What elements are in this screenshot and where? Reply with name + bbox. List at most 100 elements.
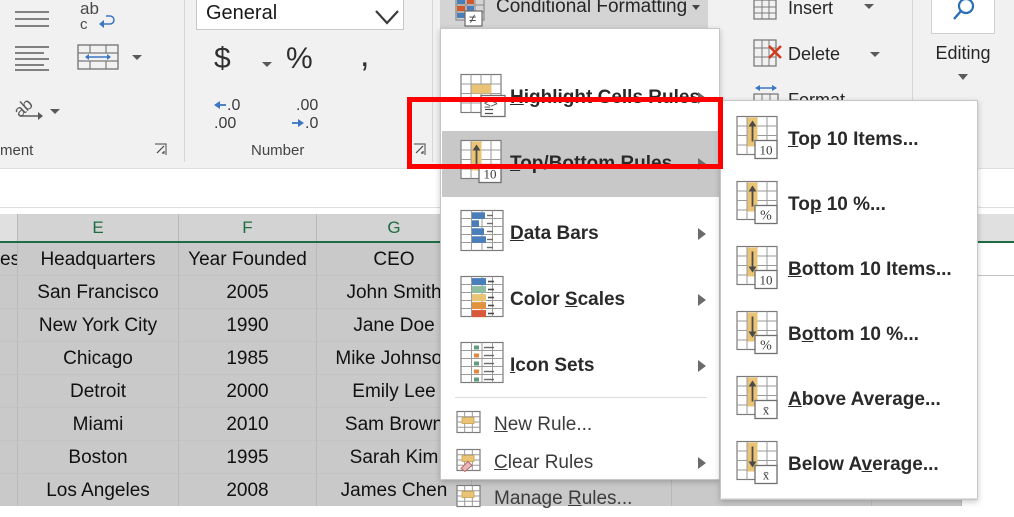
svg-text:%: % bbox=[760, 338, 772, 353]
conditional-formatting-menu[interactable]: ≤> Highlight Cells Rules 10 Top/Bottom Rule… bbox=[440, 28, 720, 509]
cell-D1[interactable]: es bbox=[0, 243, 18, 276]
column-header-D[interactable] bbox=[0, 214, 18, 241]
merge-center-caret-icon[interactable] bbox=[132, 55, 142, 60]
top-10-percent-icon: % bbox=[736, 180, 782, 229]
number-format-value: General bbox=[206, 2, 278, 24]
orientation-caret-icon[interactable] bbox=[50, 109, 60, 114]
number-group-label: Number bbox=[251, 142, 305, 159]
insert-cells-icon[interactable] bbox=[751, 0, 785, 22]
find-select-icon bbox=[949, 0, 979, 25]
cell-D3[interactable] bbox=[0, 309, 18, 342]
color-scales-icon bbox=[460, 275, 506, 325]
cell-E1[interactable]: Headquarters bbox=[18, 243, 179, 276]
submenu-item-label: Bottom 10 Items... bbox=[788, 258, 952, 280]
comma-format-button[interactable]: , bbox=[360, 36, 369, 75]
conditional-formatting-icon: ≠ bbox=[454, 0, 488, 28]
submenu-bottom-divider bbox=[722, 498, 978, 499]
delete-caret-icon[interactable] bbox=[870, 52, 880, 57]
conditional-formatting-label: Conditional Formatting bbox=[496, 0, 688, 17]
menu-command-clear-rules[interactable]: Clear Rules bbox=[442, 445, 720, 481]
below-average-icon: x̄ bbox=[736, 440, 782, 489]
menu-item-data-bars[interactable]: Data Bars bbox=[442, 201, 720, 267]
cell-E7[interactable]: Boston bbox=[18, 441, 179, 474]
delete-cells-label[interactable]: Delete bbox=[788, 44, 840, 65]
cell-F3[interactable]: 1990 bbox=[179, 309, 317, 342]
svg-text:10: 10 bbox=[760, 142, 773, 157]
editing-caret-icon[interactable] bbox=[958, 74, 968, 80]
cell-E3[interactable]: New York City bbox=[18, 309, 179, 342]
align-left-icon[interactable] bbox=[14, 8, 50, 30]
menu-item-icon-sets[interactable]: Icon Sets bbox=[442, 333, 720, 399]
currency-format-button[interactable]: $ bbox=[214, 42, 231, 76]
submenu-item-label: Top 10 %... bbox=[788, 193, 886, 215]
submenu-arrow-icon bbox=[698, 294, 706, 306]
icon-sets-icon bbox=[460, 341, 506, 391]
cell-F6[interactable]: 2010 bbox=[179, 408, 317, 441]
above-average-icon: x̄ bbox=[736, 375, 782, 424]
svg-text:.0: .0 bbox=[227, 97, 240, 114]
conditional-formatting-caret-icon[interactable] bbox=[692, 5, 700, 10]
menu-command-new-rule[interactable]: New Rule... bbox=[442, 407, 720, 443]
currency-caret-icon[interactable] bbox=[262, 62, 272, 67]
cell-F7[interactable]: 1995 bbox=[179, 441, 317, 474]
cell-F5[interactable]: 2000 bbox=[179, 375, 317, 408]
submenu-item-above-average[interactable]: x̄ Above Average... bbox=[722, 367, 978, 432]
increase-decimal-icon[interactable]: .0 .00 bbox=[206, 94, 260, 134]
wrap-text-icon[interactable]: ab c bbox=[76, 0, 122, 32]
menu-command-label: Clear Rules bbox=[494, 452, 594, 473]
cell-D7[interactable] bbox=[0, 441, 18, 474]
percent-format-button[interactable]: % bbox=[286, 42, 313, 76]
column-header-F[interactable]: F bbox=[179, 214, 317, 241]
alignment-dialog-launcher[interactable] bbox=[154, 143, 167, 156]
cell-E5[interactable]: Detroit bbox=[18, 375, 179, 408]
merge-center-icon[interactable] bbox=[76, 42, 120, 72]
orientation-icon[interactable]: ab bbox=[14, 92, 48, 120]
submenu-item-label: Top 10 Items... bbox=[788, 128, 919, 150]
bottom-10-items-icon: 10 bbox=[736, 245, 782, 294]
cell-F4[interactable]: 1985 bbox=[179, 342, 317, 375]
bottom-10-percent-icon: % bbox=[736, 310, 782, 359]
cell-D2[interactable] bbox=[0, 276, 18, 309]
insert-cells-label[interactable]: Insert bbox=[788, 0, 833, 19]
menu-command-label: New Rule... bbox=[494, 414, 593, 435]
cell-D6[interactable] bbox=[0, 408, 18, 441]
submenu-item-label: Bottom 10 %... bbox=[788, 323, 919, 345]
menu-command-label: Manage Rules... bbox=[494, 488, 633, 509]
submenu-item-bottom-10-items[interactable]: 10 Bottom 10 Items... bbox=[722, 237, 978, 302]
submenu-item-top-10-items[interactable]: 10 Top 10 Items... bbox=[722, 107, 978, 172]
cell-E2[interactable]: San Francisco bbox=[18, 276, 179, 309]
svg-text:.0: .0 bbox=[305, 115, 318, 132]
submenu-item-top-10[interactable]: % Top 10 %... bbox=[722, 172, 978, 237]
cell-E6[interactable]: Miami bbox=[18, 408, 179, 441]
top-bottom-rules-submenu[interactable]: 10 Top 10 Items...% Top 10 %... 10 Bottom 10… bbox=[720, 100, 978, 500]
menu-item-color-scales[interactable]: Color Scales bbox=[442, 267, 720, 333]
submenu-arrow-icon bbox=[698, 228, 706, 240]
submenu-item-label: Below Average... bbox=[788, 453, 939, 475]
cell-F8[interactable]: 2008 bbox=[179, 474, 317, 506]
submenu-item-below-average[interactable]: x̄ Below Average... bbox=[722, 432, 978, 497]
cell-F2[interactable]: 2005 bbox=[179, 276, 317, 309]
svg-text:x̄: x̄ bbox=[763, 467, 770, 482]
cell-F1[interactable]: Year Founded bbox=[179, 243, 317, 276]
align-justify-icon[interactable] bbox=[14, 44, 50, 72]
column-header-E[interactable]: E bbox=[18, 214, 179, 241]
decrease-decimal-icon[interactable]: .00 .0 bbox=[284, 94, 338, 134]
submenu-item-bottom-10[interactable]: % Bottom 10 %... bbox=[722, 302, 978, 367]
cell-E8[interactable]: Los Angeles bbox=[18, 474, 179, 506]
cell-E4[interactable]: Chicago bbox=[18, 342, 179, 375]
submenu-arrow-icon bbox=[698, 360, 706, 372]
top-10-items-icon: 10 bbox=[736, 115, 782, 164]
svg-text:≠: ≠ bbox=[469, 11, 476, 26]
cell-D4[interactable] bbox=[0, 342, 18, 375]
cell-D8[interactable] bbox=[0, 474, 18, 506]
menu-item-label: Icon Sets bbox=[510, 355, 595, 376]
menu-command-manage-rules[interactable]: Manage Rules... bbox=[442, 481, 720, 517]
delete-cells-icon[interactable] bbox=[751, 37, 785, 71]
excel-window: ab ab c ment General $ % , .0 .00 .00 .0… bbox=[0, 0, 1014, 509]
cell-D5[interactable] bbox=[0, 375, 18, 408]
menu-item-label: Color Scales bbox=[510, 289, 626, 310]
annotation-highlight-box bbox=[407, 97, 723, 169]
number-format-chevron-icon[interactable] bbox=[372, 4, 402, 35]
svg-text:.00: .00 bbox=[296, 97, 318, 114]
insert-caret-icon[interactable] bbox=[864, 4, 874, 9]
